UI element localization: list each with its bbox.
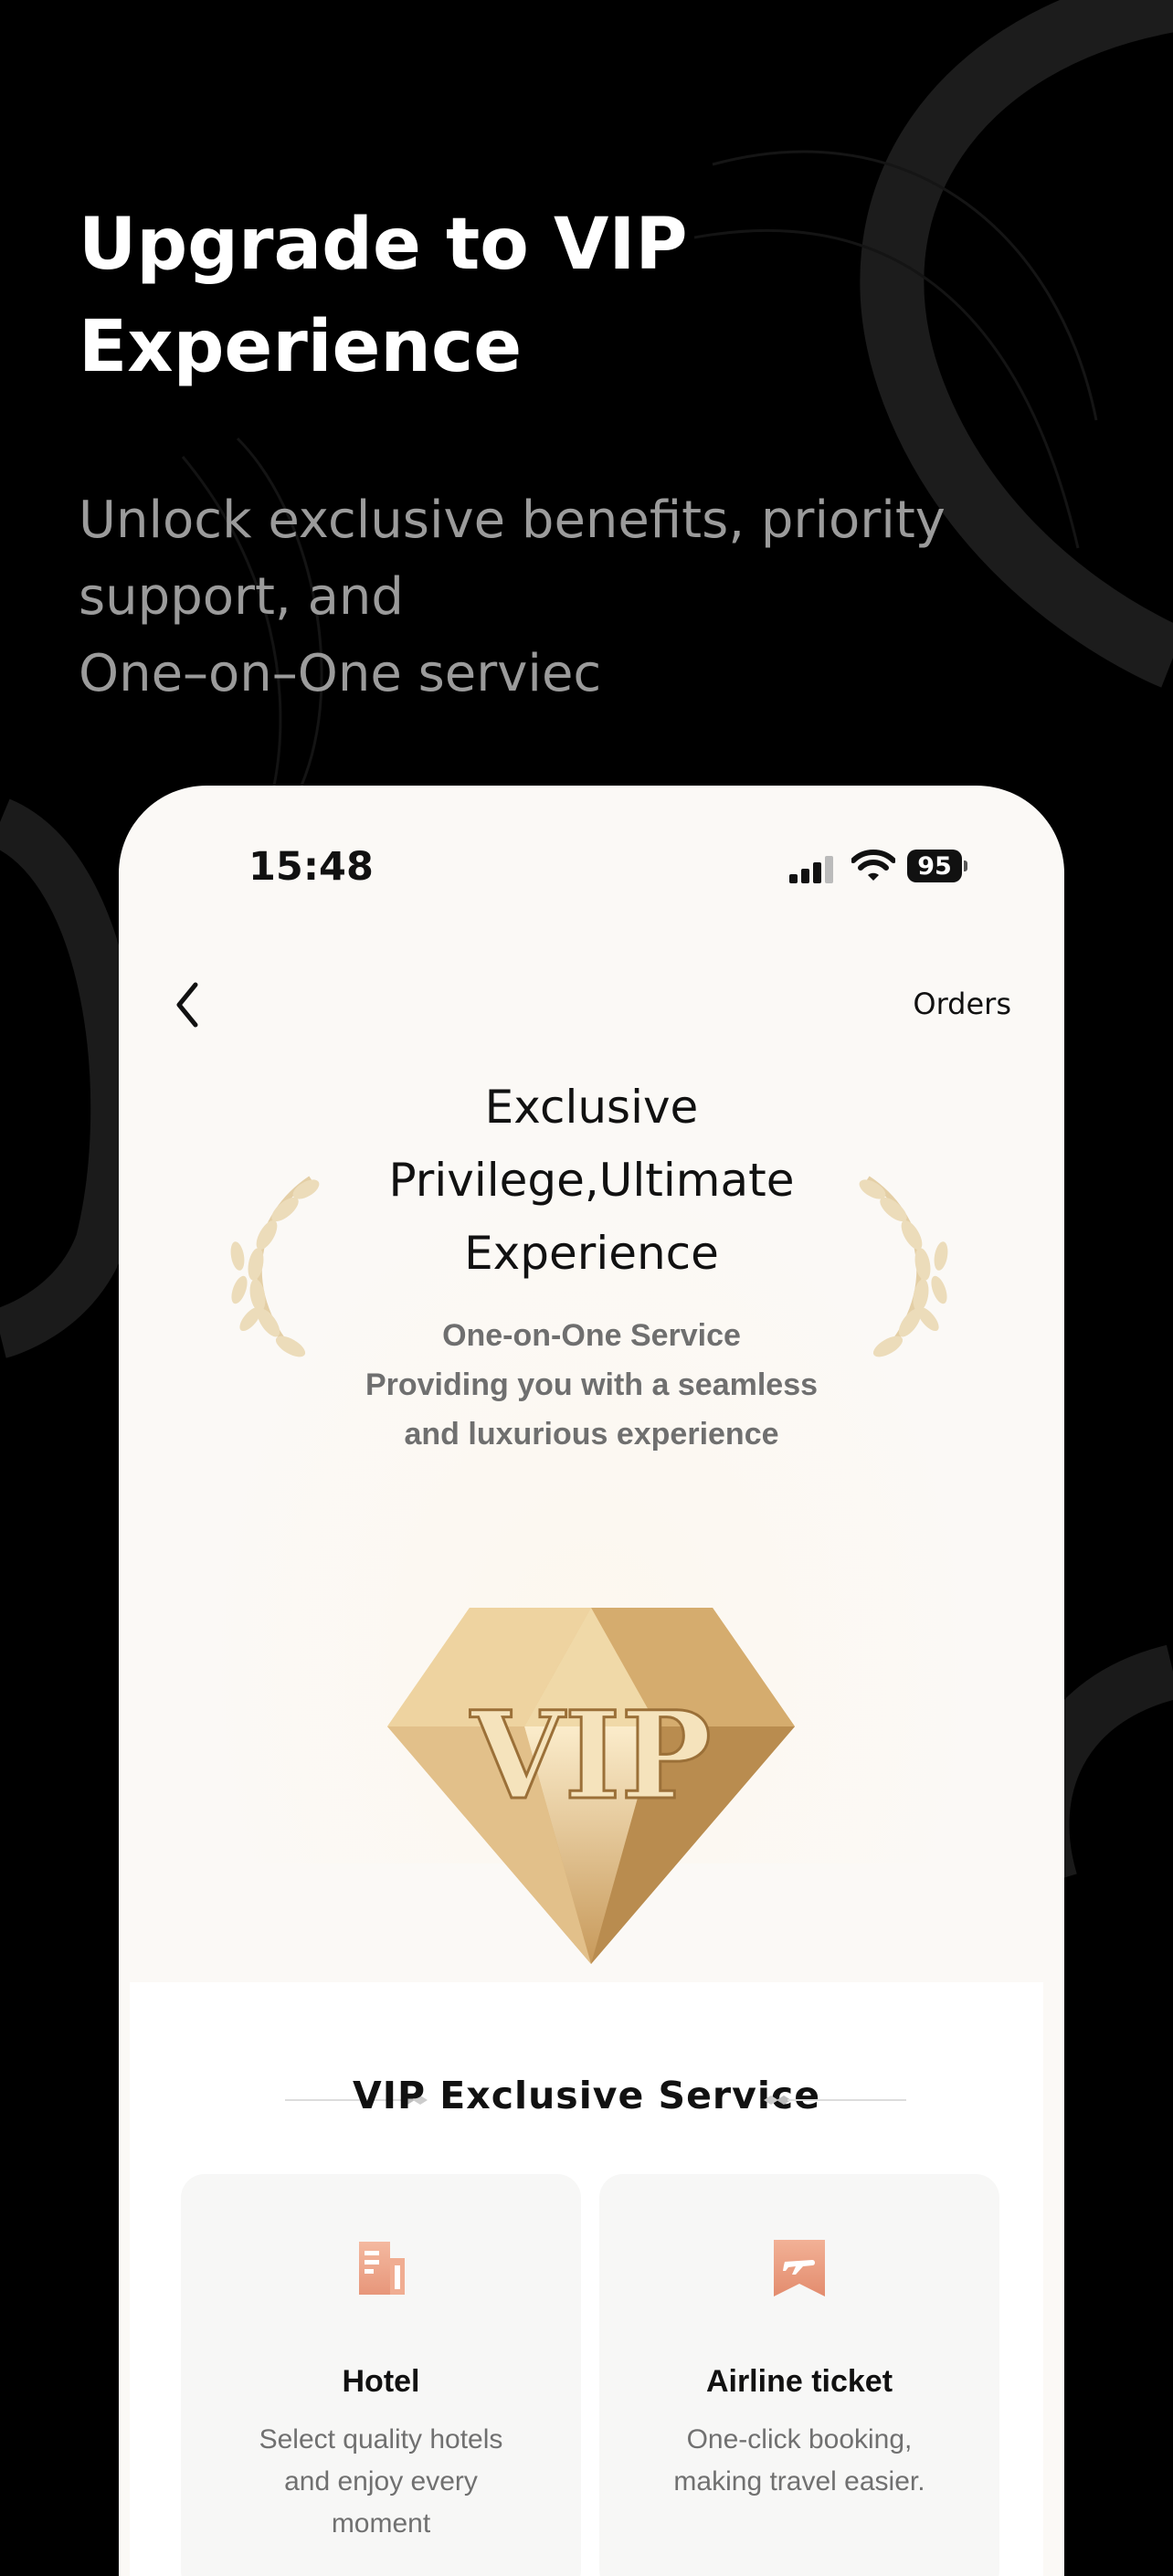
service-desc-hotel-line1: Select quality hotels [259, 2424, 503, 2455]
vip-hero: Exclusive Privilege,Ultimate Experience … [119, 1060, 1064, 1964]
section-header: VIP Exclusive Service [130, 2074, 1043, 2128]
hotel-building-icon [359, 2242, 405, 2295]
vip-services-card: VIP Exclusive Service Hotel Select quali… [130, 1982, 1043, 2576]
hero-title: Exclusive Privilege,Ultimate Experience [119, 1071, 1064, 1290]
orders-link[interactable]: Orders [913, 987, 1011, 1021]
hero-subtitle-line1: One-on-One Service [442, 1318, 741, 1353]
cellular-signal-icon [789, 856, 833, 883]
status-time: 15:48 [248, 844, 374, 890]
promo-title-line1: Upgrade to VIP [79, 204, 688, 286]
hero-subtitle: One-on-One Service Providing you with a … [119, 1311, 1064, 1459]
promo-title-line2: Experience [79, 306, 523, 388]
vip-badge-text: VIP [470, 1685, 711, 1827]
hero-subtitle-line3: and luxurious experience [404, 1417, 779, 1452]
divider-right-icon [764, 2096, 906, 2105]
promo-title: Upgrade to VIP Experience [79, 194, 1083, 398]
service-desc-hotel-line3: moment [331, 2508, 431, 2539]
promo-subtitle: Unlock exclusive benefits, priority supp… [79, 491, 946, 703]
service-desc-hotel: Select quality hotels and enjoy every mo… [217, 2419, 544, 2545]
hero-subtitle-line2: Providing you with a seamless [365, 1367, 819, 1402]
status-bar: 15:48 95 [119, 786, 1064, 895]
section-title: VIP Exclusive Service [352, 2074, 821, 2117]
service-desc-hotel-line2: and enjoy every [284, 2466, 478, 2497]
wifi-icon [851, 850, 895, 881]
service-title-hotel: Hotel [342, 2364, 420, 2399]
service-tile-hotel[interactable]: Hotel Select quality hotels and enjoy ev… [181, 2174, 581, 2576]
hero-title-line2: Privilege,Ultimate [388, 1154, 795, 1207]
hero-title-line1: Exclusive [484, 1081, 699, 1134]
phone-screen: 15:48 95 Orders Exclusive Privilege,Ulti… [119, 786, 1064, 2576]
service-desc-airline: One-click booking, making travel easier. [636, 2419, 963, 2503]
battery-icon: 95 [907, 850, 967, 882]
vip-diamond-icon: VIP [387, 1608, 795, 1964]
service-title-airline: Airline ticket [705, 2364, 893, 2399]
service-tile-airline[interactable]: Airline ticket One-click booking, making… [599, 2174, 999, 2576]
service-desc-airline-line2: making travel easier. [673, 2466, 925, 2497]
hero-title-line3: Experience [464, 1227, 719, 1280]
battery-level: 95 [907, 850, 962, 882]
airplane-ticket-icon [774, 2240, 825, 2296]
service-desc-airline-line1: One-click booking, [686, 2424, 913, 2455]
back-arrow-icon[interactable] [166, 977, 212, 1032]
navigation-bar: Orders [119, 959, 1064, 1060]
